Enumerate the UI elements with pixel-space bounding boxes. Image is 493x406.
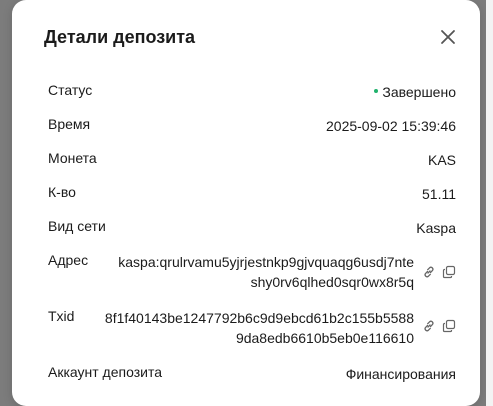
amount-value: 51.11 [422,186,456,202]
time-label: Время [48,116,91,132]
address-label: Адрес [48,252,89,268]
txid-line-2: 9da8edb6610b5eb0e116610 [235,330,414,346]
status-label: Статус [48,82,93,98]
amount-row: К-во 51.11 [48,184,456,204]
coin-row: Монета KAS [48,150,456,170]
coin-label: Монета [48,150,97,166]
status-text: Завершено [382,84,456,100]
address-row: Адрес kaspa:qrulrvamu5yjrjestnkp9gjvquaq… [48,252,456,292]
close-icon[interactable] [438,27,458,47]
address-line-2: shy0rv6qlhed0sqr0wx8r5q [250,274,414,290]
status-value: Завершено [374,82,456,102]
deposit-details-modal: Детали депозита Статус Завершено Время 2… [12,0,480,406]
address-actions [422,265,456,279]
link-icon[interactable] [422,319,436,333]
copy-icon[interactable] [442,265,456,279]
txid-line-1: 8f1f40143be1247792b6c9d9ebcd61b2c155b558… [104,310,414,326]
network-label: Вид сети [48,218,106,234]
amount-label: К-во [48,184,76,200]
link-icon[interactable] [422,265,436,279]
status-dot-icon [374,89,379,94]
address-value: kaspa:qrulrvamu5yjrjestnkp9gjvquaqg6usdj… [118,252,414,292]
copy-icon[interactable] [442,319,456,333]
status-row: Статус Завершено [48,82,456,102]
account-value: Финансирования [345,366,456,382]
account-label: Аккаунт депозита [48,364,163,380]
time-value: 2025-09-02 15:39:46 [326,118,456,134]
txid-label: Txid [48,308,75,324]
time-row: Время 2025-09-02 15:39:46 [48,116,456,136]
network-value: Kaspa [416,220,456,236]
background-strip [486,0,493,406]
txid-actions [422,319,456,333]
modal-title: Детали депозита [44,27,196,47]
account-row: Аккаунт депозита Финансирования [48,364,456,384]
txid-row: Txid 8f1f40143be1247792b6c9d9ebcd61b2c15… [48,308,456,348]
address-line-1: kaspa:qrulrvamu5yjrjestnkp9gjvquaqg6usdj… [118,254,414,270]
txid-value: 8f1f40143be1247792b6c9d9ebcd61b2c155b558… [105,308,414,348]
coin-value: KAS [427,152,456,168]
network-row: Вид сети Kaspa [48,218,456,238]
